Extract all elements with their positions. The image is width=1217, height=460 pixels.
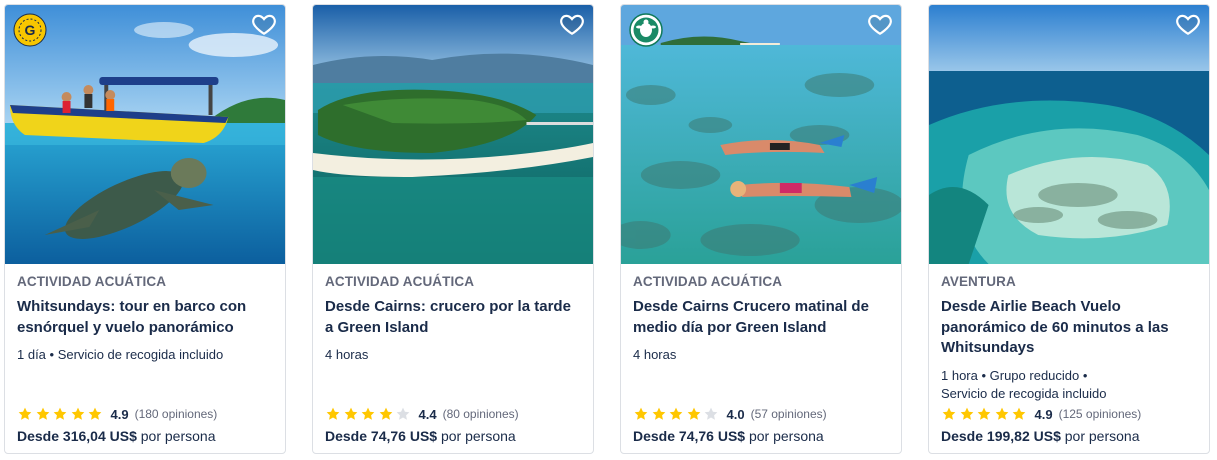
activity-image[interactable]: [621, 5, 901, 264]
price-value: 316,04 US$: [62, 428, 137, 444]
meta-line: 1 hora • Grupo reducido •: [941, 367, 1088, 383]
price-prefix: Desde: [633, 428, 676, 444]
review-count: (125 opiniones): [1058, 407, 1142, 421]
star-icon: [379, 407, 392, 420]
star-icon: [1012, 407, 1026, 420]
star-icon: [652, 407, 665, 420]
activity-title[interactable]: Desde Airlie Beach Vuelo panorámico de 6…: [941, 297, 1197, 359]
activity-category: ACTIVIDAD ACUÁTICA: [325, 274, 475, 289]
meta-line: Servicio de recogida incluido: [941, 385, 1107, 401]
activity-meta: 1 hora • Grupo reducido • Servicio de re…: [941, 367, 1197, 403]
star-icon: [18, 407, 32, 420]
rating-row: 4.0 (57 opiniones): [633, 405, 827, 423]
wishlist-heart-icon[interactable]: [559, 11, 585, 37]
star-icon: [396, 407, 410, 420]
wishlist-heart-icon[interactable]: [867, 11, 893, 37]
star-icon: [995, 407, 1008, 420]
activity-title[interactable]: Desde Cairns Crucero matinal de medio dí…: [633, 297, 889, 338]
activity-card[interactable]: ACTIVIDAD ACUÁTICA Desde Cairns Crucero …: [620, 4, 902, 454]
activity-image[interactable]: [5, 5, 285, 264]
star-icon: [326, 407, 340, 420]
star-icon: [942, 407, 956, 420]
review-count: (80 opiniones): [442, 407, 519, 421]
wishlist-heart-icon[interactable]: [1175, 11, 1201, 37]
price-value: 199,82 US$: [986, 428, 1061, 444]
star-rating: [633, 406, 721, 422]
price-prefix: Desde: [17, 428, 60, 444]
activity-category: AVENTURA: [941, 274, 1016, 289]
star-icon: [71, 407, 84, 420]
price-prefix: Desde: [941, 428, 984, 444]
star-icon: [36, 407, 49, 420]
price-line: Desde 316,04 US$ por persona: [17, 427, 215, 445]
rating-score: 4.4: [418, 406, 437, 422]
activity-title[interactable]: Whitsundays: tour en barco con esnórquel…: [17, 297, 273, 338]
price-prefix: Desde: [325, 428, 368, 444]
activity-category: ACTIVIDAD ACUÁTICA: [633, 274, 783, 289]
meta-line: 4 horas: [325, 347, 369, 362]
star-icon: [960, 407, 973, 420]
svg-text:G: G: [25, 22, 36, 38]
star-icon: [53, 407, 67, 420]
star-icon: [669, 407, 683, 420]
price-value: 74,76 US$: [370, 428, 438, 444]
wishlist-heart-icon[interactable]: [251, 11, 277, 37]
star-icon: [704, 407, 718, 420]
eco-turtle-badge-icon: [629, 13, 663, 47]
star-rating: [941, 406, 1029, 422]
price-suffix: por persona: [1064, 428, 1140, 444]
activity-meta: 4 horas: [325, 346, 581, 364]
price-line: Desde 199,82 US$ por persona: [941, 427, 1139, 445]
price-suffix: por persona: [140, 428, 216, 444]
rating-score: 4.0: [726, 406, 745, 422]
rating-row: 4.9 (180 opiniones): [17, 405, 217, 423]
activity-category: ACTIVIDAD ACUÁTICA: [17, 274, 167, 289]
star-icon: [344, 407, 357, 420]
rating-score: 4.9: [1034, 406, 1053, 422]
meta-line: 4 horas: [633, 347, 677, 362]
activity-card[interactable]: AVENTURA Desde Airlie Beach Vuelo panorá…: [928, 4, 1210, 454]
price-suffix: por persona: [748, 428, 824, 444]
gold-g-badge-icon: G: [13, 13, 47, 47]
star-rating: [325, 406, 413, 422]
star-rating: [17, 406, 105, 422]
star-icon: [977, 407, 991, 420]
price-value: 74,76 US$: [678, 428, 746, 444]
activity-image[interactable]: [929, 5, 1209, 264]
activity-image[interactable]: [313, 5, 593, 264]
price-suffix: por persona: [440, 428, 516, 444]
rating-score: 4.9: [110, 406, 129, 422]
star-icon: [687, 407, 700, 420]
activity-card[interactable]: G ACTIVIDAD ACUÁTICA Whitsundays: tour e…: [4, 4, 286, 454]
price-line: Desde 74,76 US$ por persona: [633, 427, 824, 445]
rating-row: 4.9 (125 opiniones): [941, 405, 1141, 423]
review-count: (180 opiniones): [134, 407, 218, 421]
star-icon: [361, 407, 375, 420]
activity-meta: 1 día • Servicio de recogida incluido: [17, 346, 273, 364]
star-icon: [634, 407, 648, 420]
activity-card[interactable]: ACTIVIDAD ACUÁTICA Desde Cairns: crucero…: [312, 4, 594, 454]
activity-title[interactable]: Desde Cairns: crucero por la tarde a Gre…: [325, 297, 581, 338]
activity-meta: 4 horas: [633, 346, 889, 364]
review-count: (57 opiniones): [750, 407, 827, 421]
meta-line: 1 día • Servicio de recogida incluido: [17, 347, 224, 362]
price-line: Desde 74,76 US$ por persona: [325, 427, 516, 445]
star-icon: [88, 407, 102, 420]
rating-row: 4.4 (80 opiniones): [325, 405, 519, 423]
